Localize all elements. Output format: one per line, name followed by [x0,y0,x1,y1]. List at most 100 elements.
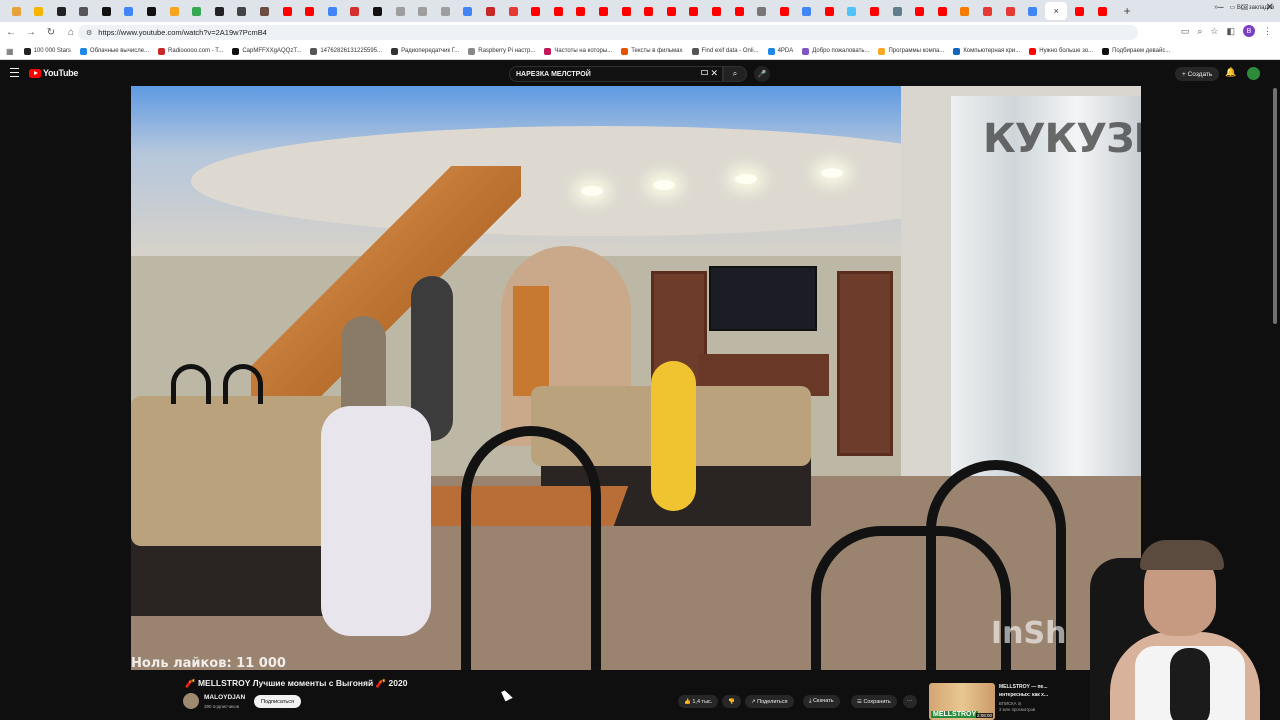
voice-search-icon[interactable]: 🎤 [754,66,770,82]
browser-tab[interactable] [729,2,749,20]
browser-tab[interactable] [164,2,184,20]
browser-tab[interactable] [142,2,162,20]
browser-tab[interactable] [661,2,681,20]
bookmark-item[interactable]: Программы компа... [878,47,944,55]
bookmark-item[interactable]: Radiooooo.com - T... [158,47,223,55]
back-button[interactable]: ← [2,24,20,42]
browser-tab[interactable] [932,2,952,20]
browser-tab[interactable] [74,2,94,20]
browser-tab[interactable] [752,2,772,20]
browser-tab[interactable] [639,2,659,20]
zoom-icon[interactable]: ⌕ [1197,26,1202,37]
bookmark-item[interactable]: Raspberry Pi настр... [468,47,535,55]
browser-tab[interactable] [277,2,297,20]
download-button[interactable]: ⤓ Скачать [803,695,840,708]
save-button[interactable]: ☰ Сохранить [851,695,897,708]
browser-tab[interactable] [300,2,320,20]
bookmark-item[interactable]: CapMFFXXgAQQzT... [232,47,301,55]
bookmark-item[interactable]: Радиопередатчик Г... [391,47,459,55]
share-button[interactable]: ↗ Поделиться [745,695,794,708]
browser-tab[interactable] [1000,2,1020,20]
new-tab-button[interactable]: + [1119,3,1135,19]
browser-tab[interactable] [887,2,907,20]
browser-tab[interactable] [458,2,478,20]
bookmark-item[interactable]: Частоты на которы... [544,47,612,55]
bookmark-item[interactable]: Добро пожаловать... [802,47,869,55]
recommended-video-thumbnail[interactable]: MELLSTROY 2:08:00 [929,683,995,720]
browser-tab[interactable] [797,2,817,20]
active-browser-tab[interactable]: × [1045,2,1068,20]
browser-tab[interactable] [819,2,839,20]
youtube-logo[interactable]: YouTube [29,68,78,78]
like-button[interactable]: 👍 1,4 тыс. [678,695,719,708]
browser-tab[interactable] [910,2,930,20]
bookmark-item[interactable]: Облачные вычисле... [79,47,149,55]
page-scrollbar[interactable] [1273,88,1277,324]
browser-tab[interactable] [119,2,139,20]
clear-search-icon[interactable]: ✕ [710,68,718,79]
browser-tab[interactable] [255,2,275,20]
browser-tab[interactable] [978,2,998,20]
browser-tab[interactable] [955,2,975,20]
all-bookmarks-button[interactable]: ▭ Все закладки [1230,4,1274,11]
bookmark-item[interactable]: Тексты в фильмах [621,47,683,55]
site-info-icon[interactable]: ⚙ [86,29,92,37]
bookmark-item[interactable]: 14762826131225595... [310,47,382,55]
account-avatar[interactable] [1247,67,1260,80]
search-button[interactable]: ⌕ [723,66,747,82]
menu-icon[interactable] [10,68,19,77]
browser-tab[interactable] [435,2,455,20]
cast-icon[interactable]: ▭ [1181,26,1190,37]
browser-tab[interactable] [706,2,726,20]
bookmark-item[interactable]: 100 000 Stars [23,47,71,55]
browser-tab[interactable] [187,2,207,20]
browser-tab[interactable] [209,2,229,20]
browser-tab[interactable] [368,2,388,20]
browser-tab[interactable] [96,2,116,20]
browser-tab[interactable] [684,2,704,20]
browser-tab[interactable] [616,2,636,20]
extensions-icon[interactable]: ◧ [1226,26,1235,37]
browser-tab[interactable] [6,2,26,20]
browser-tab[interactable] [345,2,365,20]
subscribe-button[interactable]: Подписаться [254,695,301,708]
browser-tab[interactable] [29,2,49,20]
url-field[interactable]: ⚙ https://www.youtube.com/watch?v=2A19w7… [78,25,1138,40]
browser-tab[interactable] [548,2,568,20]
browser-tab[interactable] [503,2,523,20]
reload-button[interactable]: ↻ [42,24,60,42]
bookmark-item[interactable]: Find exif data - Onli... [691,47,759,55]
create-button[interactable]: + Создать [1175,67,1220,81]
browser-menu-icon[interactable]: ⋮ [1263,26,1272,37]
browser-tab[interactable] [865,2,885,20]
bookmark-item[interactable]: 4PDA [767,47,793,55]
bookmark-item[interactable]: Компьютерная кри... [953,47,1020,55]
bookmark-item[interactable]: Подбираем девайс... [1102,47,1170,55]
browser-tab[interactable] [480,2,500,20]
browser-tab[interactable] [51,2,71,20]
bookmarks-overflow-button[interactable]: » [1214,4,1218,11]
forward-button[interactable]: → [22,24,40,42]
browser-tab[interactable] [322,2,342,20]
browser-tab[interactable] [842,2,862,20]
channel-name[interactable]: MALOYDJAN [204,694,245,701]
bookmark-item[interactable]: Нужно больше зо... [1029,47,1093,55]
browser-tab[interactable] [1023,2,1043,20]
dislike-button[interactable]: 👎 [722,695,741,708]
apps-icon[interactable]: ▦ [6,47,14,56]
video-player[interactable]: КУКУЗНИК InSh Ноль лайков: 11 000 [131,86,1141,670]
browser-tab[interactable] [413,2,433,20]
more-actions-button[interactable]: ⋯ [903,695,917,708]
browser-tab[interactable] [526,2,546,20]
browser-tab[interactable] [593,2,613,20]
minimize-button[interactable]: – [1218,2,1224,13]
browser-tab[interactable] [1093,2,1113,20]
channel-avatar[interactable] [183,693,199,709]
browser-tab[interactable] [1070,2,1090,20]
browser-tab[interactable] [232,2,252,20]
keyboard-icon[interactable] [701,70,708,75]
browser-tab[interactable] [390,2,410,20]
notifications-bell-icon[interactable]: 🔔 [1225,67,1236,78]
profile-avatar[interactable]: B [1243,25,1255,37]
search-input[interactable]: НАРЕЗКА МЕЛСТРОЙ ✕ [509,66,723,82]
